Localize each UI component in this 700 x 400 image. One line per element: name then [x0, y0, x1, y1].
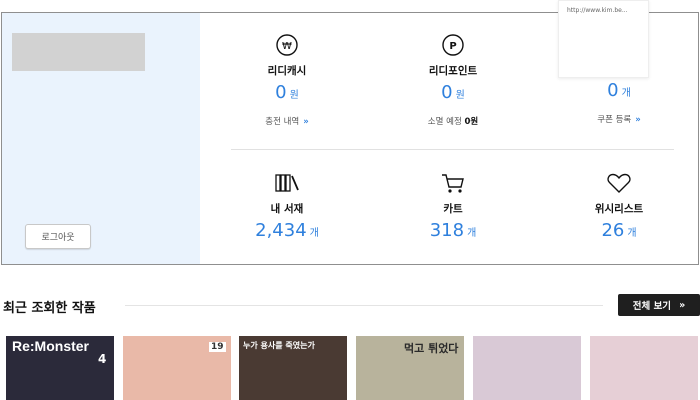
recent-views-title: 최근 조회한 작품 — [3, 301, 96, 316]
cover-volume: 4 — [98, 352, 107, 366]
cover-title: 19 — [209, 342, 226, 352]
wishlist-value: 26 개 — [601, 220, 637, 241]
cover-title: 누가 용사를 죽였는가 — [243, 341, 315, 350]
user-name-placeholder — [12, 33, 145, 71]
ridi-point-label: 리디포인트 — [428, 65, 478, 77]
tooltip-url: http://www.kim.be... — [567, 7, 628, 14]
charge-history-link[interactable]: 충전 내역» — [217, 115, 357, 127]
book-cover[interactable] — [473, 336, 581, 400]
book-cover[interactable]: 19 — [123, 336, 231, 400]
chevron-right-icon: » — [679, 299, 686, 311]
svg-text:P: P — [449, 41, 456, 52]
my-library-value: 2,434 개 — [255, 220, 319, 241]
svg-text:₩: ₩ — [282, 41, 292, 52]
cover-title: 먹고 튀었다 — [404, 342, 459, 355]
won-circle-icon: ₩ — [217, 33, 357, 57]
book-cover[interactable] — [590, 336, 698, 400]
cover-title: Re:Monster — [12, 338, 90, 354]
account-sidebar: 로그아웃 — [2, 13, 200, 264]
ridi-cash-label: 리디캐시 — [267, 65, 307, 77]
bookshelf-icon — [217, 171, 357, 195]
cart-stat[interactable]: 카트 318 개 — [383, 171, 523, 241]
recent-covers-row: Re:Monster 4 19 누가 용사를 죽였는가 먹고 튀었다 — [0, 336, 700, 400]
logout-button[interactable]: 로그아웃 — [25, 224, 91, 249]
heart-icon — [549, 171, 689, 195]
stats-divider — [231, 149, 674, 150]
book-cover[interactable]: 누가 용사를 죽였는가 — [239, 336, 347, 400]
view-all-button[interactable]: 전체 보기» — [618, 294, 700, 316]
ridi-point-stat[interactable]: P 리디포인트 0원 소멸 예정 0원 — [383, 33, 523, 127]
recent-views-rule — [125, 305, 603, 306]
cart-icon — [383, 171, 523, 195]
ridi-cash-value: 0원 — [275, 82, 299, 103]
wishlist-stat[interactable]: 위시리스트 26 개 — [549, 171, 689, 241]
book-cover[interactable]: Re:Monster 4 — [6, 336, 114, 400]
book-cover[interactable]: 먹고 튀었다 — [356, 336, 464, 400]
my-library-label: 내 서재 — [270, 203, 304, 215]
expiring-points: 소멸 예정 0원 — [427, 117, 479, 127]
point-circle-icon: P — [383, 33, 523, 57]
coupon-register-link[interactable]: 쿠폰 등록» — [549, 113, 689, 125]
cart-value: 318 개 — [429, 220, 477, 241]
ridi-point-value: 0원 — [441, 82, 465, 103]
coupon-value: 0개 — [607, 80, 631, 101]
cart-label: 카트 — [443, 203, 463, 215]
link-preview-tooltip: http://www.kim.be... — [558, 0, 649, 78]
wishlist-label: 위시리스트 — [594, 203, 644, 215]
my-library-stat[interactable]: 내 서재 2,434 개 — [217, 171, 357, 241]
ridi-cash-stat[interactable]: ₩ 리디캐시 0원 충전 내역» — [217, 33, 357, 127]
